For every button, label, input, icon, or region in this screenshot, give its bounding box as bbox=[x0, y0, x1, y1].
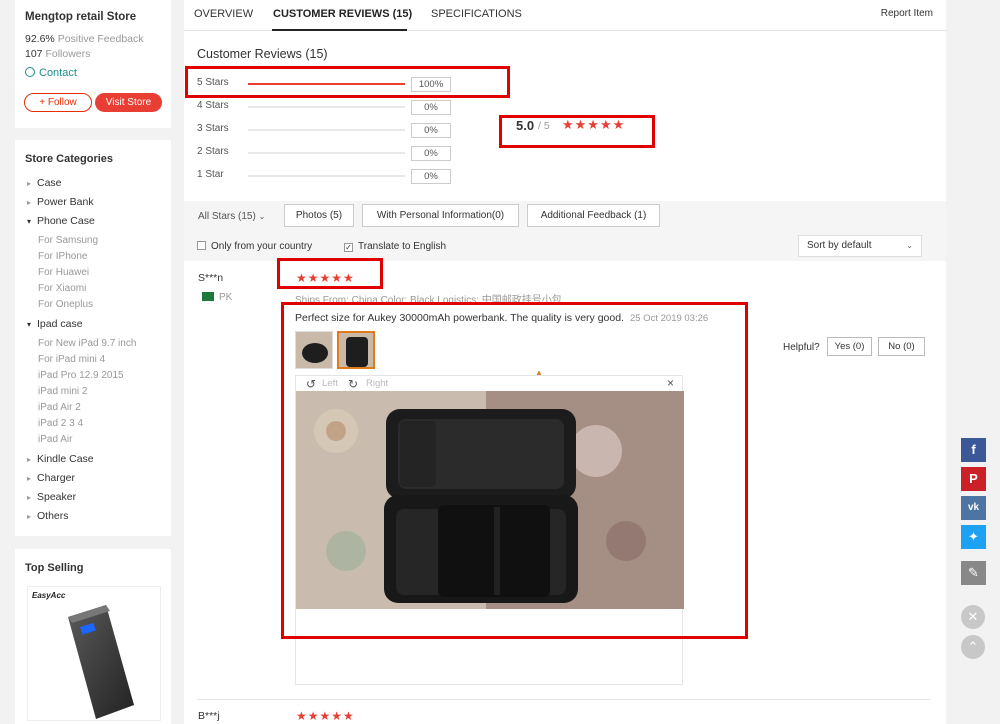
reviewer-name: S***n bbox=[198, 272, 224, 284]
visit-store-button[interactable]: Visit Store bbox=[95, 93, 162, 112]
reviews-title: Customer Reviews (15) bbox=[197, 47, 328, 61]
subcategory-item[interactable]: iPad 2 3 4 bbox=[38, 418, 83, 429]
category-power-bank[interactable]: ▸ Power Bank bbox=[27, 196, 94, 208]
tab-bar: OVERVIEW CUSTOMER REVIEWS (15) SPECIFICA… bbox=[184, 0, 946, 31]
chevron-down-icon: ▾ bbox=[27, 320, 32, 329]
reviewer-country: PK bbox=[202, 292, 232, 303]
star-row-bar bbox=[248, 152, 405, 154]
category-ipad-case[interactable]: ▾ Ipad case bbox=[27, 318, 83, 330]
personal-info-filter-button[interactable]: With Personal Information(0) bbox=[362, 204, 519, 227]
contact-link[interactable]: Contact bbox=[25, 67, 77, 79]
star-row-label: 4 Stars bbox=[197, 100, 229, 111]
facebook-icon[interactable]: f bbox=[961, 438, 986, 462]
chevron-right-icon: ▸ bbox=[27, 198, 32, 207]
star-row-label: 1 Star bbox=[197, 169, 224, 180]
subcategory-item[interactable]: For Huawei bbox=[38, 267, 89, 278]
flag-icon bbox=[202, 292, 214, 301]
star-row-percent: 0% bbox=[411, 100, 451, 115]
checkmark-icon: ✓ bbox=[344, 243, 353, 252]
translate-checkbox[interactable]: ✓ Translate to English bbox=[344, 241, 446, 252]
subcategory-item[interactable]: For Xiaomi bbox=[38, 283, 86, 294]
product-image[interactable]: EasyAcc bbox=[27, 586, 161, 721]
top-selling-title: Top Selling bbox=[25, 562, 84, 574]
chevron-right-icon: ▸ bbox=[27, 474, 32, 483]
star-row-label: 3 Stars bbox=[197, 123, 229, 134]
chevron-down-icon: ▾ bbox=[27, 217, 32, 226]
annotation-box bbox=[281, 302, 748, 639]
store-name[interactable]: Mengtop retail Store bbox=[25, 11, 136, 23]
checkbox-icon bbox=[197, 241, 206, 250]
chevron-down-icon: ⌄ bbox=[906, 241, 913, 250]
star-row-percent: 0% bbox=[411, 123, 451, 138]
report-item-link[interactable]: Report Item bbox=[881, 8, 933, 19]
annotation-box bbox=[277, 258, 383, 289]
tab-overview[interactable]: OVERVIEW bbox=[194, 8, 253, 20]
close-icon[interactable]: ✕ bbox=[961, 605, 985, 629]
category-speaker[interactable]: ▸ Speaker bbox=[27, 491, 76, 503]
chevron-right-icon: ▸ bbox=[27, 455, 32, 464]
all-stars-dropdown[interactable]: All Stars (15) ⌄ bbox=[198, 211, 265, 222]
category-case[interactable]: ▸ Case bbox=[27, 177, 62, 189]
positive-feedback: 92.6% Positive Feedback bbox=[25, 33, 144, 45]
only-country-checkbox[interactable]: Only from your country bbox=[197, 241, 312, 252]
subcategory-item[interactable]: For New iPad 9.7 inch bbox=[38, 338, 136, 349]
helpful-no-button[interactable]: No (0) bbox=[878, 337, 925, 356]
review-stars-icon: ★★★★★ bbox=[296, 709, 355, 723]
category-phone-case[interactable]: ▾ Phone Case bbox=[27, 215, 95, 227]
chevron-down-icon: ⌄ bbox=[258, 212, 266, 221]
twitter-icon[interactable]: ✦ bbox=[961, 525, 986, 549]
tab-customer-reviews[interactable]: CUSTOMER REVIEWS (15) bbox=[273, 8, 412, 20]
store-card: Mengtop retail Store 92.6% Positive Feed… bbox=[15, 0, 171, 128]
star-row-bar bbox=[248, 175, 405, 177]
followers: 107 Followers bbox=[25, 48, 90, 60]
edit-icon[interactable]: ✎ bbox=[961, 561, 986, 585]
subcategory-item[interactable]: iPad Air 2 bbox=[38, 402, 81, 413]
star-row-bar bbox=[248, 106, 405, 108]
star-row-percent: 0% bbox=[411, 146, 451, 161]
star-row-label: 2 Stars bbox=[197, 146, 229, 157]
active-tab-indicator bbox=[272, 29, 407, 31]
contact-label: Contact bbox=[39, 67, 77, 79]
sort-select[interactable]: Sort by default ⌄ bbox=[798, 235, 922, 257]
subcategory-item[interactable]: iPad Air bbox=[38, 434, 72, 445]
chevron-right-icon: ▸ bbox=[27, 179, 32, 188]
categories-title: Store Categories bbox=[25, 153, 114, 165]
star-row-bar bbox=[248, 129, 405, 131]
category-kindle-case[interactable]: ▸ Kindle Case bbox=[27, 453, 94, 465]
pinterest-icon[interactable]: P bbox=[961, 467, 986, 491]
top-selling: Top Selling EasyAcc bbox=[15, 549, 171, 724]
chat-icon bbox=[25, 67, 35, 77]
chevron-up-icon[interactable]: ⌃ bbox=[961, 635, 985, 659]
subcategory-item[interactable]: For Samsung bbox=[38, 235, 98, 246]
feedback-label: Positive Feedback bbox=[57, 33, 144, 45]
photos-filter-button[interactable]: Photos (5) bbox=[284, 204, 354, 227]
store-categories: Store Categories ▸ Case ▸ Power Bank ▾ Phon… bbox=[15, 140, 171, 536]
annotation-box bbox=[499, 115, 655, 148]
star-row-percent: 0% bbox=[411, 169, 451, 184]
subcategory-item[interactable]: For IPhone bbox=[38, 251, 87, 262]
annotation-box bbox=[185, 66, 510, 98]
reviewer-name: B***j bbox=[198, 710, 220, 722]
subcategory-item[interactable]: iPad mini 2 bbox=[38, 386, 87, 397]
tab-specifications[interactable]: SPECIFICATIONS bbox=[431, 8, 522, 20]
category-others[interactable]: ▸ Others bbox=[27, 510, 69, 522]
review-divider bbox=[197, 699, 930, 700]
follow-button[interactable]: + Follow bbox=[24, 93, 92, 112]
feedback-value: 92.6% bbox=[25, 33, 55, 45]
additional-feedback-filter-button[interactable]: Additional Feedback (1) bbox=[527, 204, 660, 227]
followers-label: Followers bbox=[45, 48, 91, 60]
chevron-right-icon: ▸ bbox=[27, 493, 32, 502]
subcategory-item[interactable]: iPad Pro 12.9 2015 bbox=[38, 370, 124, 381]
vk-icon[interactable]: vk bbox=[961, 496, 986, 520]
subcategory-item[interactable]: For iPad mini 4 bbox=[38, 354, 105, 365]
followers-value: 107 bbox=[25, 48, 43, 60]
helpful-label: Helpful? bbox=[783, 342, 820, 353]
filter-bar: All Stars (15) ⌄ Photos (5) With Persona… bbox=[184, 201, 946, 261]
subcategory-item[interactable]: For Oneplus bbox=[38, 299, 93, 310]
chevron-right-icon: ▸ bbox=[27, 512, 32, 521]
category-charger[interactable]: ▸ Charger bbox=[27, 472, 75, 484]
power-bank-image bbox=[68, 605, 134, 719]
helpful-yes-button[interactable]: Yes (0) bbox=[827, 337, 872, 356]
